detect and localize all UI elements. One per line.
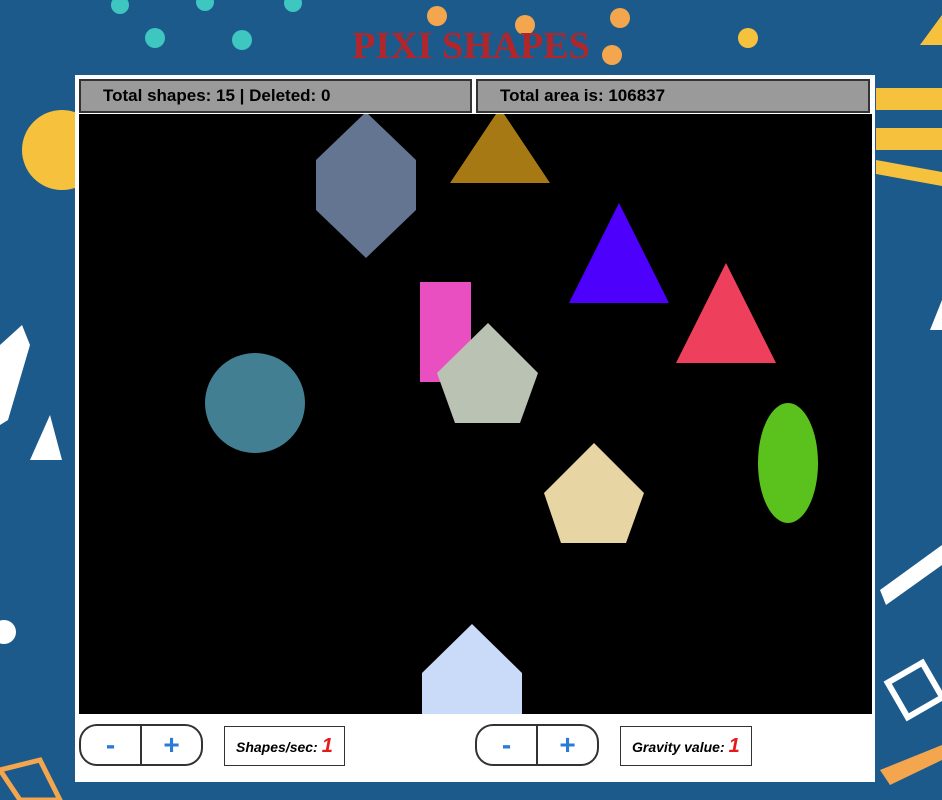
gravity-readout: Gravity value: 1 [620,726,752,766]
shapes-rate-readout: Shapes/sec: 1 [224,726,345,766]
page-title: PIXI SHAPES [352,25,590,67]
shape-hexagon[interactable] [316,114,416,258]
shape-pentagon[interactable] [544,443,644,543]
increase-shapes-rate-button[interactable]: + [142,726,201,764]
game-canvas[interactable] [79,114,872,714]
decrease-gravity-button[interactable]: - [477,726,536,764]
gravity-label: Gravity value: [632,739,725,755]
shape-triangle[interactable] [676,263,776,363]
shapes-rate-value: 1 [321,735,333,757]
shape-house-pentagon[interactable] [422,624,522,714]
gravity-stepper: - + [475,724,599,766]
gravity-value: 1 [728,735,740,757]
decrease-shapes-rate-button[interactable]: - [81,726,140,764]
increase-gravity-button[interactable]: + [538,726,597,764]
total-area-display: Total area is: 106837 [476,79,870,113]
shape-ellipse[interactable] [758,403,818,523]
shape-triangle[interactable] [569,203,669,303]
game-panel: Total shapes: 15 | Deleted: 0 Total area… [75,75,875,782]
shape-count-display: Total shapes: 15 | Deleted: 0 [79,79,472,113]
shape-triangle[interactable] [450,114,550,183]
shape-circle[interactable] [205,353,305,453]
shapes-rate-stepper: - + [79,724,203,766]
shapes-rate-label: Shapes/sec: [236,739,318,755]
